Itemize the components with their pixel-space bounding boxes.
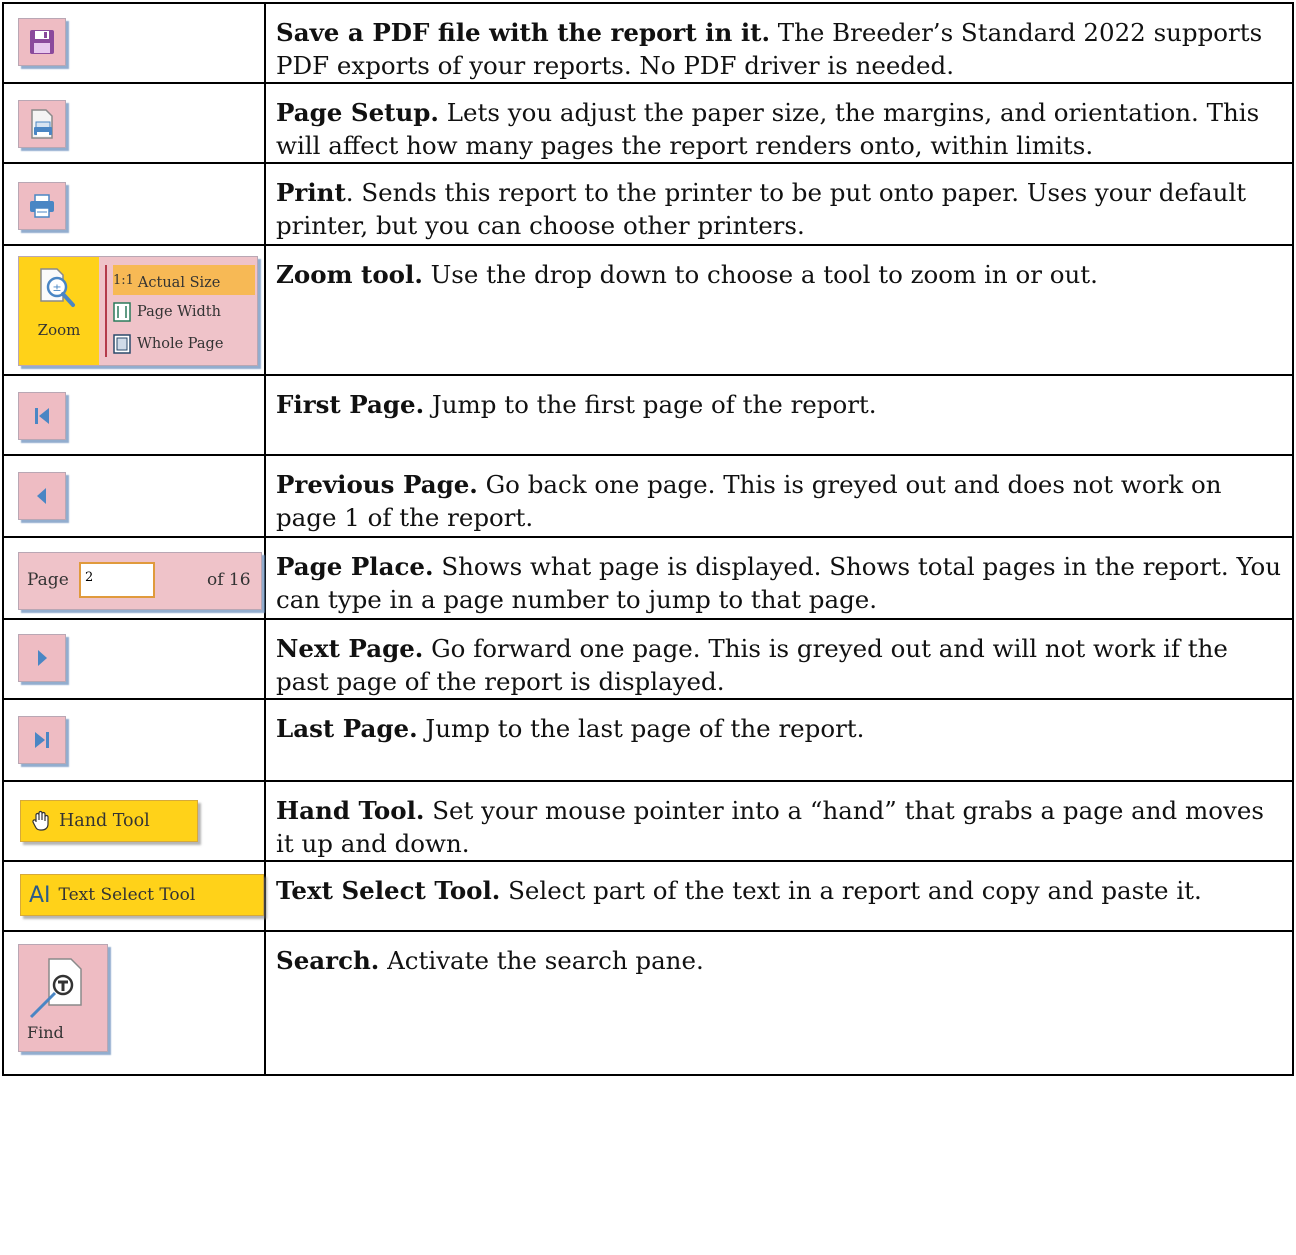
zoom-option-page-width[interactable]: Page Width [113,297,255,327]
print-button[interactable] [18,182,66,230]
page-place-control: Page 2 of 16 [18,552,262,610]
description-cell: First Page. Jump to the first page of th… [264,374,1294,456]
page-number-input[interactable]: 2 [79,562,155,598]
hand-icon [32,810,49,831]
last-page-button[interactable] [18,716,66,764]
page-setup-icon [31,109,53,139]
zoom-option-label: Whole Page [137,336,224,352]
icon-cell: AI Text Select Tool [2,860,266,932]
whole-page-icon [113,334,133,354]
row-text: Activate the search pane. [379,946,704,975]
icon-cell [2,698,266,782]
row-text: Jump to the first page of the report. [424,390,877,419]
page-setup-button[interactable] [18,100,66,148]
description-cell: Last Page. Jump to the last page of the … [264,698,1294,782]
svg-text:±: ± [52,281,61,294]
table-row: First Page. Jump to the first page of th… [2,374,1294,456]
row-text: Set your mouse pointer into a “hand” tha… [276,796,1264,858]
print-icon [30,194,54,218]
save-pdf-button[interactable] [18,18,66,66]
text-select-tool-label: Text Select Tool [58,885,196,905]
icon-cell: Find [2,930,266,1076]
icon-cell [2,454,266,538]
last-page-icon [35,732,49,748]
table-row: Previous Page. Go back one page. This is… [2,454,1294,538]
zoom-button[interactable]: ± Zoom [19,257,99,365]
row-title: Last Page. [276,714,418,743]
first-page-button[interactable] [18,392,66,440]
description-cell: Page Setup. Lets you adjust the paper si… [264,82,1294,164]
icon-cell [2,82,266,164]
zoom-ratio-text: 1:1 [113,272,134,288]
description-cell: Save a PDF file with the report in it. T… [264,2,1294,84]
description-cell: Text Select Tool. Select part of the tex… [264,860,1294,932]
hand-tool-label: Hand Tool [59,811,150,831]
row-title: Text Select Tool. [276,876,501,905]
save-icon [30,30,54,54]
row-title: Zoom tool. [276,260,423,289]
table-row: Page 2 of 16 Page Place. Shows what page… [2,536,1294,620]
next-page-button[interactable] [18,634,66,682]
text-select-tool-button[interactable]: AI Text Select Tool [20,874,264,916]
table-row: AI Text Select Tool Text Select Tool. Se… [2,860,1294,932]
hand-tool-button[interactable]: Hand Tool [20,800,198,842]
description-cell: Zoom tool. Use the drop down to choose a… [264,244,1294,376]
page-width-icon [113,302,133,322]
previous-page-icon [37,488,46,504]
table-row: Next Page. Go forward one page. This is … [2,618,1294,700]
icon-cell [2,162,266,246]
row-title: Previous Page. [276,470,478,499]
icon-cell [2,2,266,84]
text-select-icon: AI [29,882,51,908]
table-row: Last Page. Jump to the last page of the … [2,698,1294,782]
table-row: ± Zoom 1:1 Actual Size Page Width Whole … [2,244,1294,376]
icon-cell: ± Zoom 1:1 Actual Size Page Width Whole … [2,244,266,376]
zoom-option-actual-size[interactable]: 1:1 Actual Size [113,265,255,295]
page-label: Page [27,570,69,590]
zoom-option-label: Page Width [137,304,221,320]
icon-cell [2,618,266,700]
row-title: Next Page. [276,634,424,663]
find-button[interactable]: Find [18,944,108,1052]
row-title: Save a PDF file with the report in it. [276,18,770,47]
row-title: Hand Tool. [276,796,425,825]
row-text: Use the drop down to choose a tool to zo… [422,260,1098,289]
row-text: Select part of the text in a report and … [500,876,1202,905]
toolbar-reference-table: Save a PDF file with the report in it. T… [2,2,1294,1076]
table-row: Page Setup. Lets you adjust the paper si… [2,82,1294,164]
description-cell: Hand Tool. Set your mouse pointer into a… [264,780,1294,862]
icon-cell [2,374,266,456]
row-title: First Page. [276,390,425,419]
page-total-label: of 16 [207,570,251,590]
table-row: Find Search. Activate the search pane. [2,930,1294,1076]
zoom-option-whole-page[interactable]: Whole Page [113,329,255,359]
description-cell: Previous Page. Go back one page. This is… [264,454,1294,538]
table-row: Hand Tool Hand Tool. Set your mouse poin… [2,780,1294,862]
previous-page-button[interactable] [18,472,66,520]
row-text: . Sends this report to the printer to be… [276,178,1247,240]
description-cell: Search. Activate the search pane. [264,930,1294,1076]
find-label: Find [27,1023,64,1042]
divider [105,265,107,357]
first-page-icon [35,408,49,424]
next-page-icon [38,650,47,666]
zoom-magnifier-icon: ± [40,268,75,307]
icon-cell: Hand Tool [2,780,266,862]
icon-cell: Page 2 of 16 [2,536,266,620]
find-icon [29,958,82,1019]
zoom-option-label: Actual Size [137,275,221,291]
zoom-tool: ± Zoom 1:1 Actual Size Page Width Whole … [18,256,258,366]
row-title: Page Place. [276,552,434,581]
row-title: Page Setup. [276,98,439,127]
description-cell: Next Page. Go forward one page. This is … [264,618,1294,700]
description-cell: Print. Sends this report to the printer … [264,162,1294,246]
row-text: Jump to the last page of the report. [417,714,865,743]
row-title: Search. [276,946,380,975]
table-row: Save a PDF file with the report in it. T… [2,2,1294,84]
zoom-label: Zoom [37,321,81,339]
row-title: Print [276,178,346,207]
table-row: Print. Sends this report to the printer … [2,162,1294,246]
description-cell: Page Place. Shows what page is displayed… [264,536,1294,620]
